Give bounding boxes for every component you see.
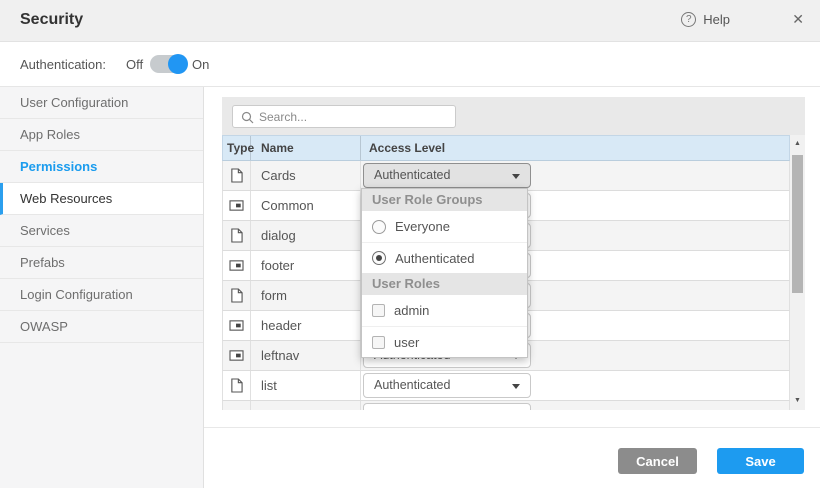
sidebar-item-app-roles[interactable]: App Roles: [0, 119, 203, 151]
access-level-dropdown-panel: User Role Groups Everyone Authenticated …: [361, 188, 528, 358]
close-icon[interactable]: ✕: [792, 11, 804, 28]
main-content: Type Name Access Level Cards: [204, 87, 820, 488]
chevron-down-icon: [512, 174, 520, 179]
search-box: [232, 105, 456, 128]
partial-page-icon: [229, 199, 244, 212]
dropdown-option-everyone[interactable]: Everyone: [362, 211, 527, 242]
sidebar-item-services[interactable]: Services: [0, 215, 203, 247]
toggle-knob: [168, 54, 188, 74]
access-level-select[interactable]: Authenticated: [363, 373, 531, 398]
help-icon: ?: [681, 12, 696, 27]
partial-page-icon: [229, 349, 244, 362]
page-title: Security: [20, 11, 83, 29]
title-bar: Security ? Help ✕: [0, 0, 820, 42]
dropdown-option-user[interactable]: user: [362, 326, 527, 357]
checkbox-unchecked-icon: [372, 336, 385, 349]
chevron-down-icon: [512, 384, 520, 389]
dialog-body: User Configuration App Roles Permissions…: [0, 86, 820, 488]
dropdown-option-authenticated[interactable]: Authenticated: [362, 242, 527, 273]
scroll-up-icon[interactable]: ▲: [790, 137, 805, 151]
column-header-access-level: Access Level: [361, 136, 789, 160]
row-name: leftnav: [251, 341, 361, 370]
radio-checked-icon: [372, 251, 386, 265]
search-icon: [241, 111, 254, 124]
dropdown-option-admin[interactable]: admin: [362, 295, 527, 326]
row-name: list: [251, 371, 361, 400]
table-row: list Authenticated: [222, 371, 790, 401]
page-icon: [230, 228, 243, 243]
page-icon: [230, 168, 243, 183]
sidebar-item-owasp[interactable]: OWASP: [0, 311, 203, 343]
checkbox-unchecked-icon: [372, 304, 385, 317]
partial-page-icon: [229, 319, 244, 332]
help-button[interactable]: ? Help: [681, 12, 730, 27]
cancel-button[interactable]: Cancel: [618, 448, 697, 474]
authentication-toggle[interactable]: [150, 55, 186, 73]
sidebar-item-permissions[interactable]: Permissions: [0, 151, 203, 183]
table-header: Type Name Access Level: [222, 135, 790, 161]
table-toolbar: [222, 97, 805, 135]
scrollbar-thumb[interactable]: [792, 155, 803, 293]
help-label: Help: [703, 12, 730, 27]
row-name: form: [251, 281, 361, 310]
dropdown-group-header: User Roles: [362, 273, 527, 295]
scroll-down-icon[interactable]: ▼: [790, 394, 805, 408]
access-level-select[interactable]: Authenticated: [363, 163, 531, 188]
sidebar-item-user-configuration[interactable]: User Configuration: [0, 87, 203, 119]
table-row-partial: [222, 401, 790, 410]
column-header-name: Name: [251, 136, 361, 160]
sidebar-item-login-configuration[interactable]: Login Configuration: [0, 279, 203, 311]
row-name: Common: [251, 191, 361, 220]
table-row: Cards Authenticated: [222, 161, 790, 191]
row-name: Cards: [251, 161, 361, 190]
row-name: footer: [251, 251, 361, 280]
row-name: dialog: [251, 221, 361, 250]
authentication-label: Authentication:: [20, 57, 106, 72]
radio-unchecked-icon: [372, 220, 386, 234]
row-name: header: [251, 311, 361, 340]
sidebar: User Configuration App Roles Permissions…: [0, 87, 204, 488]
toggle-off-label: Off: [126, 57, 143, 72]
search-input[interactable]: [259, 106, 451, 127]
page-icon: [230, 288, 243, 303]
access-level-select[interactable]: [363, 403, 531, 410]
sidebar-item-web-resources[interactable]: Web Resources: [0, 183, 203, 215]
security-dialog: Security ? Help ✕ Authentication: Off On…: [0, 0, 820, 488]
sidebar-item-prefabs[interactable]: Prefabs: [0, 247, 203, 279]
table-scrollbar[interactable]: ▲ ▼: [790, 135, 805, 410]
column-header-type: Type: [223, 136, 251, 160]
toggle-on-label: On: [192, 57, 209, 72]
dropdown-group-header: User Role Groups: [362, 189, 527, 211]
page-icon: [230, 378, 243, 393]
authentication-row: Authentication: Off On: [0, 42, 820, 86]
footer-divider: [204, 427, 820, 428]
save-button[interactable]: Save: [717, 448, 804, 474]
partial-page-icon: [229, 259, 244, 272]
